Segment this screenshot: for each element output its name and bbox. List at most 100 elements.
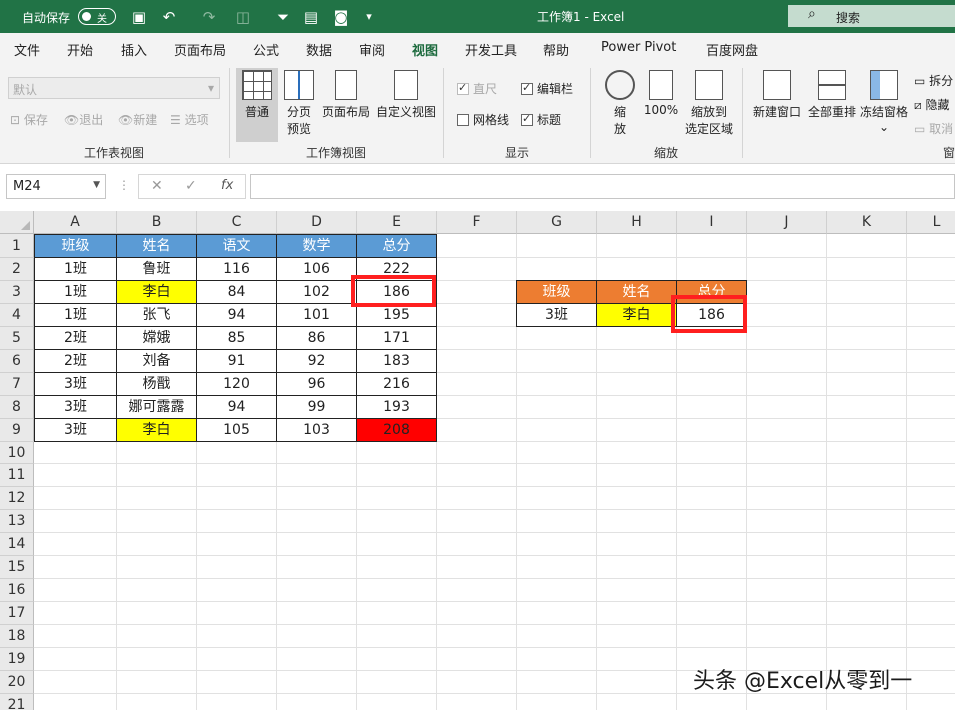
name-cell[interactable]: 杨戬 [116,372,197,396]
header-class[interactable]: 班级 [34,234,117,258]
tab-view[interactable]: 视图 [409,40,441,67]
zoom-100-button[interactable]: 100% [642,68,680,117]
name-cell[interactable]: 鲁班 [116,257,197,281]
row-header-3[interactable]: 3 [0,281,34,304]
tab-insert[interactable]: 插入 [121,40,147,59]
column-header-j[interactable]: J [747,211,827,234]
name-cell[interactable]: 娜可露露 [116,395,197,419]
exit-view-button[interactable]: 👁退出 [64,111,103,128]
column-header-g[interactable]: G [517,211,597,234]
tab-developer[interactable]: 开发工具 [465,40,517,59]
math-cell[interactable]: 86 [276,326,357,350]
name-cell[interactable]: 李白 [116,418,197,442]
tab-formulas[interactable]: 公式 [253,40,279,59]
new-view-button[interactable]: 👁新建 [118,111,157,128]
column-header-e[interactable]: E [357,211,437,234]
class-cell[interactable]: 2班 [34,349,117,373]
shape-icon[interactable]: ◫ [232,6,254,28]
row-header-9[interactable]: 9 [0,419,34,442]
filter-icon[interactable]: ⏷ [272,6,294,28]
total-cell[interactable]: 216 [356,372,437,396]
math-cell[interactable]: 99 [276,395,357,419]
select-all-corner[interactable] [0,211,34,234]
worksheet-grid[interactable]: A B C D E F G H I J K L 1 2 3 4 5 6 7 8 9 10 11 12 1… [0,211,955,710]
autosave-toggle[interactable]: 关 [78,8,116,25]
row-header-13[interactable]: 13 [0,510,34,533]
chinese-cell[interactable]: 91 [196,349,277,373]
math-cell[interactable]: 101 [276,303,357,327]
column-header-i[interactable]: I [677,211,747,234]
keep-view-button[interactable]: ⊡ 保存 [10,111,48,128]
column-header-l[interactable]: L [907,211,955,234]
header-name[interactable]: 姓名 [116,234,197,258]
formula-input[interactable] [250,174,955,199]
header-total[interactable]: 总分 [356,234,437,258]
cancel-icon[interactable]: ✕ [151,178,163,194]
header-chinese[interactable]: 语文 [196,234,277,258]
row-header-17[interactable]: 17 [0,602,34,625]
class-cell[interactable]: 3班 [34,372,117,396]
normal-view-button[interactable]: 普通 [236,68,278,142]
formula-bar-checkbox[interactable]: 编辑栏 [521,80,573,97]
name-cell[interactable]: 李白 [116,280,197,304]
lookup-header-name[interactable]: 姓名 [596,280,677,304]
row-header-6[interactable]: 6 [0,350,34,373]
arrange-all-button[interactable]: 全部重排 [805,68,859,120]
name-cell[interactable]: 嫦娥 [116,326,197,350]
name-box[interactable]: M24 ▼ [6,174,106,199]
lookup-name-cell[interactable]: 李白 [596,303,677,327]
math-cell[interactable]: 96 [276,372,357,396]
row-header-19[interactable]: 19 [0,648,34,671]
total-cell[interactable]: 208 [356,418,437,442]
chinese-cell[interactable]: 85 [196,326,277,350]
total-cell[interactable]: 171 [356,326,437,350]
tab-review[interactable]: 审阅 [359,40,385,59]
tab-page-layout[interactable]: 页面布局 [174,40,226,59]
split-button[interactable]: ▭ 拆分 [914,72,953,89]
save-icon[interactable]: ▣ [128,6,150,28]
lookup-class-cell[interactable]: 3班 [516,303,597,327]
search-box[interactable]: ⌕ 搜索 [788,5,955,27]
chinese-cell[interactable]: 105 [196,418,277,442]
tab-file[interactable]: 文件 [14,40,40,59]
class-cell[interactable]: 1班 [34,303,117,327]
chinese-cell[interactable]: 94 [196,395,277,419]
row-header-16[interactable]: 16 [0,579,34,602]
total-cell[interactable]: 183 [356,349,437,373]
total-cell[interactable]: 193 [356,395,437,419]
zoom-to-selection-button[interactable]: 缩放到 选定区域 [682,68,736,137]
tab-help[interactable]: 帮助 [543,40,569,59]
class-cell[interactable]: 3班 [34,395,117,419]
form-icon[interactable]: ▤ [300,6,322,28]
row-header-10[interactable]: 10 [0,442,34,464]
freeze-panes-button[interactable]: 冻结窗格 ⌄ [858,68,910,134]
ruler-checkbox[interactable]: 直尺 [457,80,497,97]
row-header-12[interactable]: 12 [0,487,34,510]
tab-baidu-netdisk[interactable]: 百度网盘 [706,40,758,59]
row-header-21[interactable]: 21 [0,694,34,710]
row-header-11[interactable]: 11 [0,464,34,487]
math-cell[interactable]: 106 [276,257,357,281]
insert-function-icon[interactable]: fx [221,178,233,193]
tab-power-pivot[interactable]: Power Pivot [601,40,676,55]
headings-checkbox[interactable]: 标题 [521,111,561,128]
row-header-8[interactable]: 8 [0,396,34,419]
row-header-15[interactable]: 15 [0,556,34,579]
sheet-view-dropdown[interactable]: 默认 ▾ [8,77,220,99]
column-header-c[interactable]: C [197,211,277,234]
row-header-14[interactable]: 14 [0,533,34,556]
name-cell[interactable]: 刘备 [116,349,197,373]
row-header-18[interactable]: 18 [0,625,34,648]
class-cell[interactable]: 3班 [34,418,117,442]
hide-button[interactable]: ⧄ 隐藏 [914,96,949,113]
customize-icon[interactable]: ▾ [358,6,380,28]
row-header-4[interactable]: 4 [0,304,34,327]
row-header-1[interactable]: 1 [0,234,34,258]
lookup-header-class[interactable]: 班级 [516,280,597,304]
column-header-b[interactable]: B [117,211,197,234]
column-header-a[interactable]: A [34,211,117,234]
camera-icon[interactable]: ◙ [330,6,352,28]
row-header-2[interactable]: 2 [0,258,34,281]
class-cell[interactable]: 2班 [34,326,117,350]
zoom-button[interactable]: 缩 放 [600,68,640,137]
